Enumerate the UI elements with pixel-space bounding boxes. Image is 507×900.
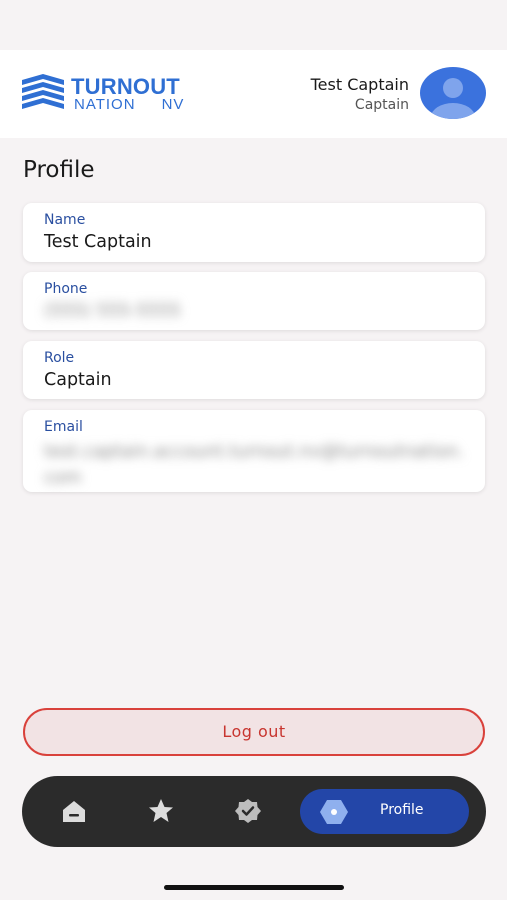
nav-item-profile[interactable]: Profile [300, 789, 469, 834]
status-bar [0, 0, 507, 50]
logo-text-nation: NATION NV [74, 96, 184, 113]
chevron-stack-icon [22, 74, 64, 109]
header-user-name: Test Captain [310, 75, 409, 94]
phone-card: Phone (555) 555-5555 [23, 272, 485, 330]
avatar[interactable] [420, 67, 486, 119]
logo-text-nv: NV [161, 96, 185, 113]
nav-item-badges[interactable] [234, 797, 262, 825]
logo-text-nation-word: NATION [74, 96, 136, 113]
nav-item-favorites[interactable] [147, 797, 175, 825]
name-label: Name [44, 212, 86, 228]
header-user-role: Captain [354, 97, 409, 113]
profile-hex-icon [320, 800, 348, 824]
star-icon [149, 799, 173, 822]
email-label: Email [44, 419, 83, 435]
name-card: Name Test Captain [23, 203, 485, 262]
app-header: TURNOUT NATION NV Test Captain Captain [0, 50, 507, 138]
logout-button[interactable]: Log out [23, 708, 485, 756]
home-indicator [164, 885, 344, 890]
role-label: Role [44, 350, 75, 366]
email-value: test.captain.account.turnout.nv@turnoutn… [44, 442, 464, 488]
role-value: Captain [44, 370, 112, 390]
bottom-nav-bar: Profile [22, 776, 486, 847]
phone-label: Phone [44, 281, 88, 297]
role-card: Role Captain [23, 341, 485, 399]
badge-check-icon [235, 799, 261, 823]
nav-item-home[interactable] [60, 797, 88, 825]
phone-value: (555) 555-5555 [44, 301, 181, 321]
nav-item-profile-label: Profile [380, 802, 424, 818]
page-title: Profile [23, 157, 95, 183]
turnout-nation-logo: TURNOUT NATION NV [22, 74, 202, 114]
user-avatar-icon [420, 67, 486, 119]
home-icon [63, 801, 85, 822]
name-value: Test Captain [44, 232, 152, 252]
email-card: Email test.captain.account.turnout.nv@tu… [23, 410, 485, 492]
